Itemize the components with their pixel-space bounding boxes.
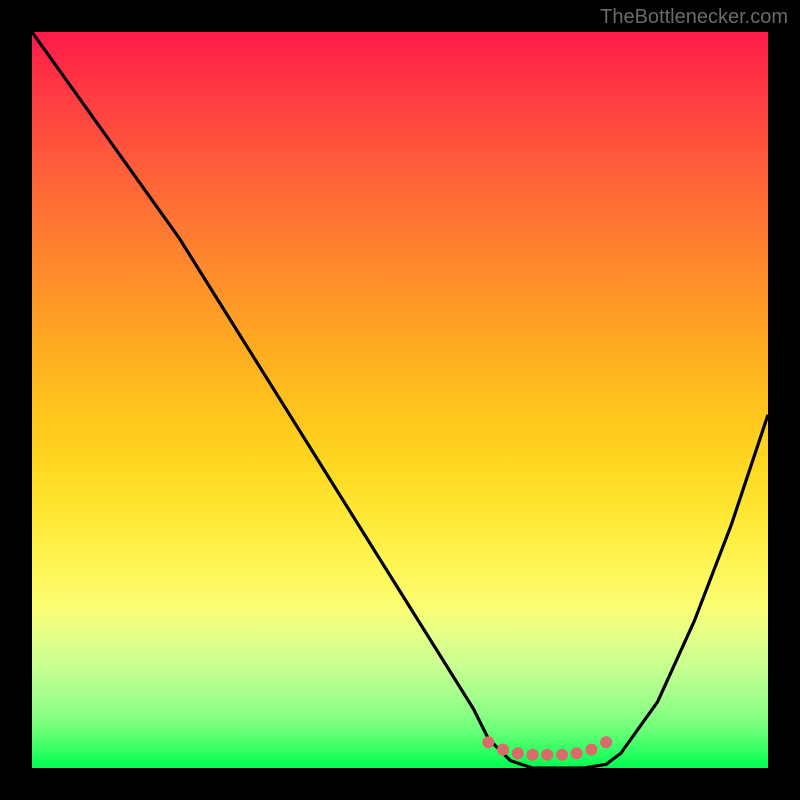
highlight-dot	[482, 736, 494, 748]
highlight-dots-group	[482, 736, 612, 761]
plot-area	[32, 32, 768, 768]
highlight-dot	[571, 747, 583, 759]
chart-svg	[32, 32, 768, 768]
highlight-dot	[541, 749, 553, 761]
highlight-dot	[527, 749, 539, 761]
highlight-dot	[585, 744, 597, 756]
bottleneck-curve	[32, 32, 768, 768]
highlight-dot	[512, 747, 524, 759]
highlight-dot	[600, 736, 612, 748]
highlight-dot	[556, 749, 568, 761]
highlight-dot	[497, 744, 509, 756]
attribution-text: TheBottlenecker.com	[600, 6, 788, 29]
